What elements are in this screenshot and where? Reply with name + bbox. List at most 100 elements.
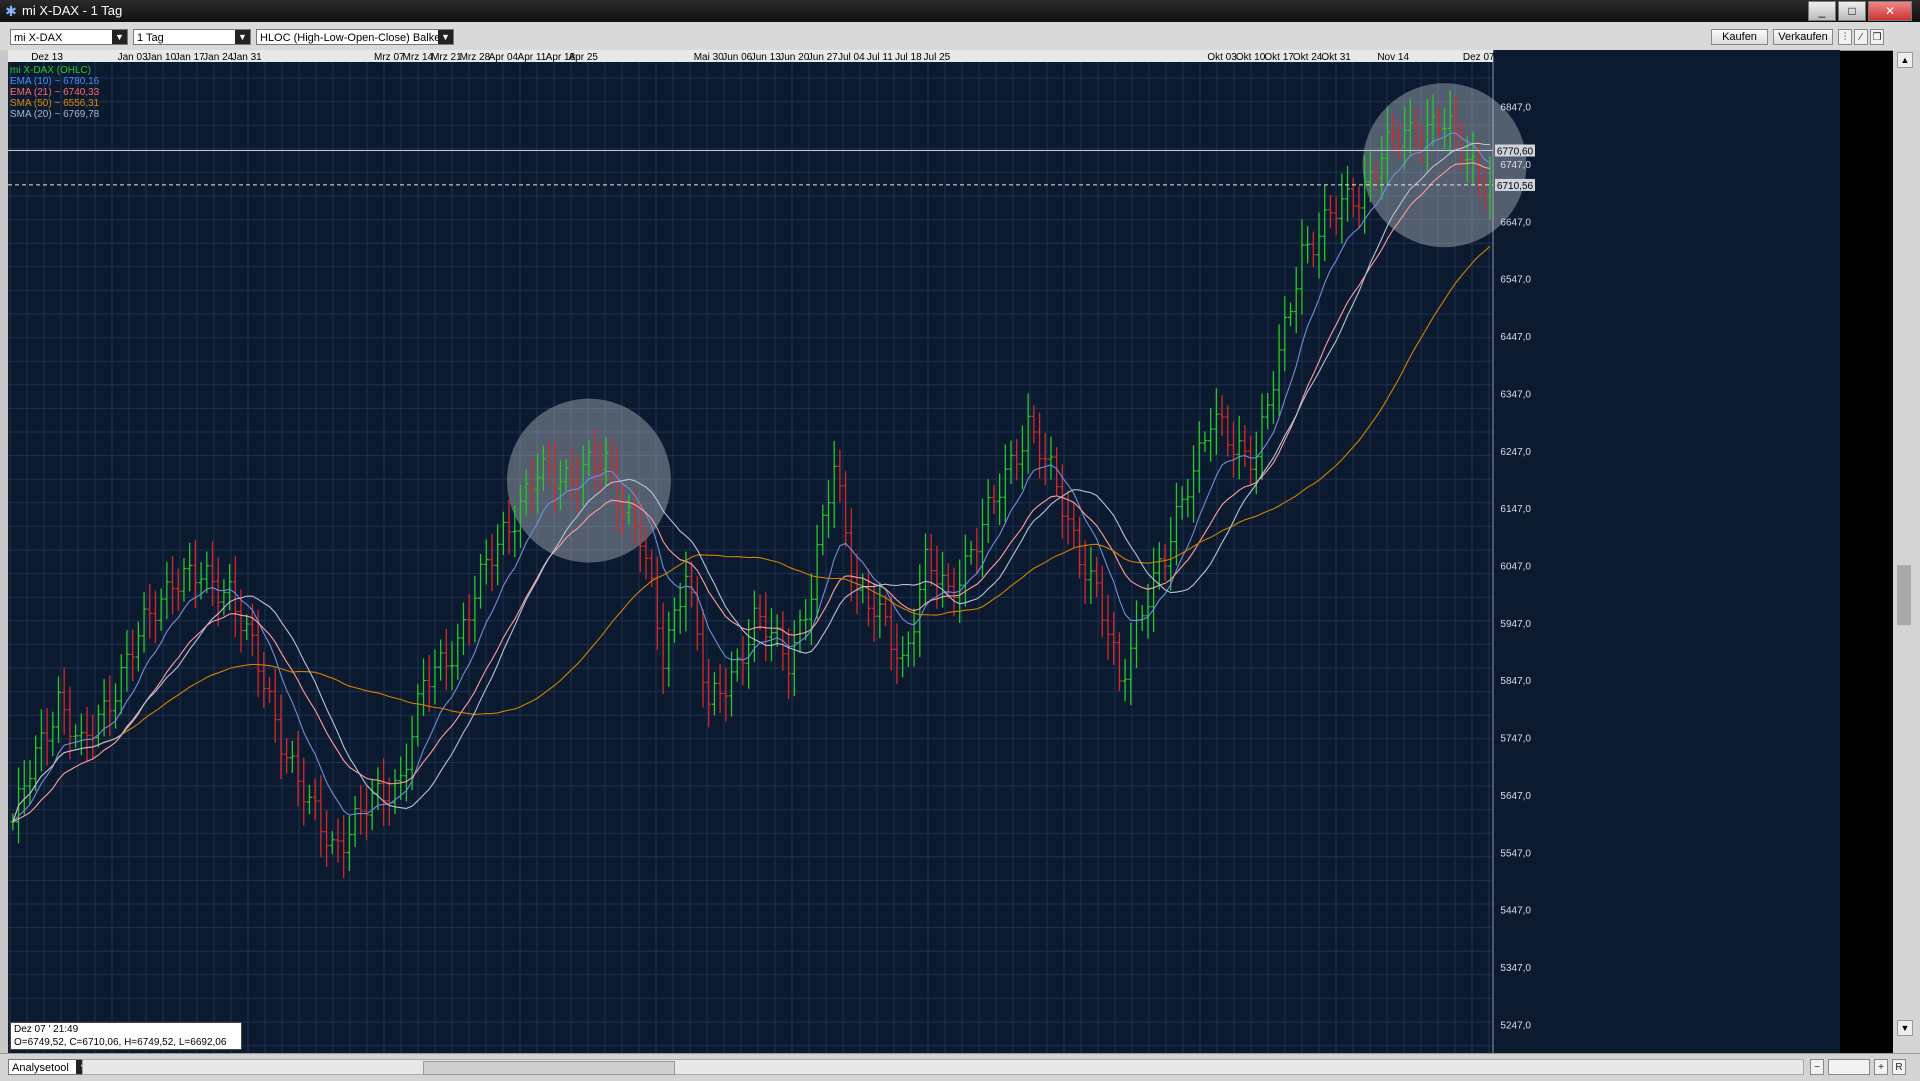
zoom-in-icon[interactable]: + [1874,1059,1888,1075]
close-button[interactable]: ✕ [1868,1,1912,21]
chevron-down-icon[interactable]: ▼ [112,30,127,44]
y-tick-label: 5247,0 [1500,1020,1531,1031]
ohlc-bar [888,595,894,671]
y-tick-label: 5847,0 [1500,676,1531,687]
ohlc-bar [1242,425,1248,468]
ohlc-chart[interactable]: Dez 13 Jan 03Jan 10Jan 17Jan 24Jan 31 Mrz … [8,50,1840,1053]
ohlc-bar [489,533,495,592]
ohlc-bar [928,533,934,587]
ohlc-bar [763,592,769,662]
sell-button[interactable]: Verkaufen [1773,29,1833,45]
y-tick-label: 6747,0 [1500,160,1531,171]
horizontal-scrollbar[interactable] [82,1059,1804,1075]
ohlc-bar [1191,445,1197,523]
x-tick-label: Okt 03 [1207,52,1237,63]
ohlc-bar [1310,231,1316,268]
analysis-tool-select[interactable]: Analysetool ▼ [8,1059,92,1075]
chart-style-select[interactable]: HLOC (High-Low-Open-Close) Balken ▼ [256,29,454,45]
ohlc-bar [278,694,284,780]
ohlc-bar [1116,632,1122,692]
ohlc-bar [135,621,141,672]
indicator-line [12,142,1491,823]
ohlc-bar [848,508,854,602]
x-tick-label: Mrz 28 [460,52,491,63]
ohlc-bar [1213,388,1219,455]
buy-button[interactable]: Kaufen [1711,29,1768,45]
y-tick-label: 5547,0 [1500,848,1531,859]
chevron-down-icon[interactable]: ▼ [235,30,250,44]
ohlc-bar [911,608,917,667]
reset-icon[interactable]: R [1892,1059,1906,1075]
ohlc-bar [786,628,792,700]
ohlc-bar [438,639,444,681]
ohlc-bar [1122,659,1128,702]
chart-area[interactable]: Dez 13 Jan 03 Jan 10 Jan 17 Jan 24 Jan 31 Mrz … [8,50,1840,1053]
y-tick-label: 6247,0 [1500,447,1531,458]
ohlc-bar [500,511,506,555]
window-copy-icon[interactable]: ❐ [1870,29,1884,45]
vertical-scrollbar[interactable]: ▲ ▼ [1893,50,1920,1053]
x-tick-label: Jun 27 [808,52,838,63]
ohlc-bar [1105,594,1111,660]
ohlc-bar [1134,600,1140,669]
period-select[interactable]: 1 Tag ▼ [133,29,251,45]
ohlc-bar [170,556,176,615]
ohlc-bars [10,90,1493,879]
legend-entry: EMA (10) ~ 6780,16 [10,76,100,87]
period-value: 1 Tag [137,32,164,44]
ohlc-bar [232,556,238,638]
ohlc-bar [1293,267,1299,334]
x-tick-label: Mrz 14 [403,52,434,63]
ohlc-bar [73,724,79,748]
ohlc-bar [284,738,290,774]
ohlc-bar [1202,431,1208,453]
bottom-bar: Analysetool ▼ − + R [0,1053,1920,1081]
ohlc-bar [894,623,900,684]
minimize-button[interactable]: _ [1808,1,1836,21]
scroll-down-icon[interactable]: ▼ [1897,1020,1913,1036]
ohlc-bar [1185,478,1191,518]
analysis-tool-label: Analysetool [12,1062,69,1074]
x-tick-label: Apr 11 [518,52,547,63]
window-controls: _ □ ✕ [1808,1,1912,21]
maximize-button[interactable]: □ [1838,1,1866,21]
ohlc-bar [267,676,273,704]
ohlc-bar [472,575,478,643]
ohlc-bar [272,668,278,743]
app-icon: ✱ [5,3,17,19]
ohlc-bar [432,649,438,705]
ohlc-bar [1048,436,1054,480]
ohlc-bar [917,564,923,657]
x-tick-label: Mrz 07 [374,52,405,63]
x-tick-label: Okt 31 [1321,52,1351,63]
ohlc-bar [820,504,826,556]
zoom-slider[interactable] [1828,1059,1870,1075]
instrument-select[interactable]: mi X-DAX ▼ [10,29,128,45]
ohlc-bar [289,740,295,773]
ohlc-bar [130,629,136,682]
ohlc-bar [335,818,341,863]
ohlc-bar [905,631,911,668]
zoom-out-icon[interactable]: − [1810,1059,1824,1075]
y-tick-label: 5647,0 [1500,791,1531,802]
x-tick-label: Jun 13 [751,52,781,63]
draw-line-icon[interactable]: ⁄ [1854,29,1868,45]
ohlc-bar [1322,185,1328,261]
y-tick-label: 5447,0 [1500,906,1531,917]
vertical-scroll-thumb[interactable] [1897,565,1911,625]
bar-chart-icon[interactable]: ⫶ [1838,29,1852,45]
ohlc-bar [985,479,991,543]
scroll-up-icon[interactable]: ▲ [1897,52,1913,68]
chevron-down-icon[interactable]: ▼ [438,30,453,44]
ohlc-bar [797,609,803,653]
x-tick-label: Okt 24 [1293,52,1323,63]
ohlc-bar [1173,482,1179,566]
x-tick-label: Okt 10 [1236,52,1266,63]
y-tick-label: 6447,0 [1500,332,1531,343]
ohlc-bar [1208,408,1214,462]
ohlc-bar [826,479,832,539]
instrument-value: mi X-DAX [14,32,63,44]
ohlc-bar [1350,177,1356,218]
ohlc-bar [814,524,820,620]
horizontal-scroll-thumb[interactable] [423,1061,675,1075]
